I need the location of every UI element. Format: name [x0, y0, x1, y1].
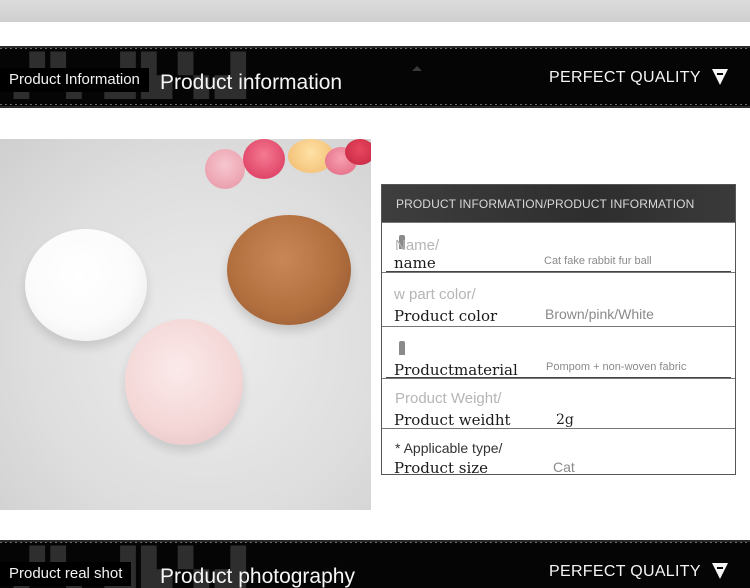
product-real-shot-banner: ▞▚ ▟▙▚▟ Product real shot Product photog…	[0, 530, 750, 588]
table-row: w part color/ Product color Brown/pink/W…	[382, 272, 735, 326]
table-header: PRODUCT INFORMATION/PRODUCT INFORMATION	[382, 185, 735, 222]
banner-section-label: Product Information	[0, 68, 149, 92]
row-value: Cat	[553, 459, 575, 475]
banner-title: Product information	[160, 71, 343, 94]
flower-decoration	[243, 139, 285, 179]
previous-section-strip	[0, 0, 750, 22]
table-header-text: PRODUCT INFORMATION/PRODUCT INFORMATION	[396, 197, 695, 211]
pink-fur-ball	[125, 319, 243, 445]
table-row: Product Weight/ Product weidht 2g	[382, 378, 735, 429]
flower-decoration	[345, 139, 371, 165]
row-value: Cat fake rabbit fur ball	[544, 255, 652, 267]
banner-dotted-line-top	[0, 542, 750, 543]
row-label: name	[394, 254, 436, 272]
product-photo	[0, 139, 371, 510]
product-info-table: PRODUCT INFORMATION/PRODUCT INFORMATION …	[381, 184, 736, 477]
flower-decoration	[205, 149, 245, 189]
row-label: Product weidht	[394, 411, 511, 429]
row-value: Pompom + non-woven fabric	[546, 361, 687, 373]
banner-dotted-line-bottom	[0, 104, 750, 105]
table-row: Productmaterial Pompom + non-woven fabri…	[382, 326, 735, 379]
row-ghost-label: w part color/	[394, 286, 476, 303]
banner-section-label: Product real shot	[0, 562, 132, 586]
down-triangle-icon	[712, 563, 728, 579]
banner-quality-text: PERFECT QUALITY	[549, 563, 701, 580]
table-row: * Applicable type/ Product size Cat	[382, 428, 735, 477]
down-triangle-icon	[712, 69, 728, 85]
product-information-banner: ▞▚ ▟▙▚▟ Product Information Product info…	[0, 36, 750, 118]
row-value: Brown/pink/White	[545, 306, 654, 322]
banner-dotted-line-top	[0, 48, 750, 49]
banner-title: Product photography	[160, 565, 355, 588]
row-value: 2g	[556, 412, 574, 428]
row-label: Product color	[394, 307, 498, 325]
small-arrow-icon	[412, 66, 422, 71]
table-row: Name/ name Cat fake rabbit fur ball	[382, 222, 735, 272]
white-fur-ball	[25, 229, 147, 341]
row-ghost-label: Product Weight/	[395, 390, 502, 407]
row-ghost-label: Name/	[395, 237, 440, 254]
pen-icon	[399, 341, 405, 355]
row-ghost-label: * Applicable type/	[395, 440, 503, 456]
row-label: Product size	[394, 459, 489, 477]
banner-quality-text: PERFECT QUALITY	[549, 69, 701, 86]
brown-fur-ball	[227, 215, 351, 325]
